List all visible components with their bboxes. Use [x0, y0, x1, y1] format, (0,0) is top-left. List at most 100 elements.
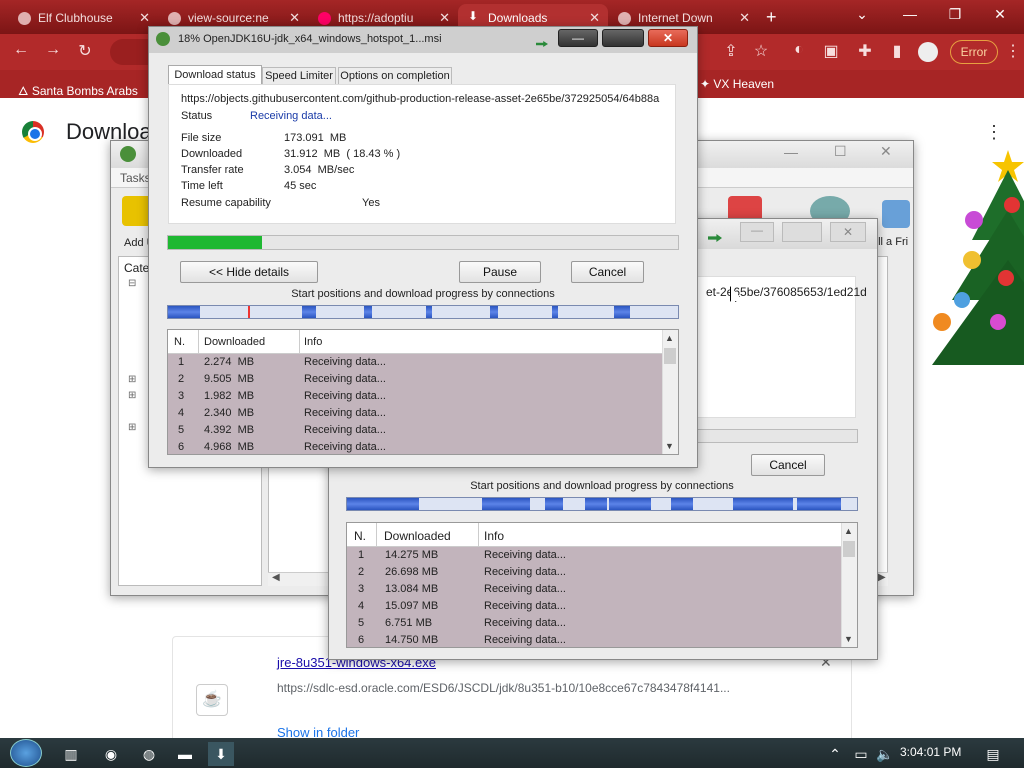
side-panel-icon[interactable]: ▮ — [884, 41, 910, 61]
table-row[interactable]: 4 15.097 MB Receiving data... — [347, 600, 841, 617]
tab-search-icon[interactable]: ⌄ — [842, 6, 882, 23]
scroll-left-icon[interactable]: ◀ — [272, 572, 280, 583]
transfer-rate-value: 3.054 MB/sec — [284, 164, 355, 176]
restore-icon[interactable]: ❐ — [935, 6, 975, 23]
table-row[interactable]: 2 26.698 MB Receiving data... — [347, 566, 841, 583]
reload-icon[interactable]: ↻ — [72, 41, 98, 61]
show-hidden-icons-icon[interactable]: ⌃ — [822, 742, 848, 766]
error-button[interactable]: Error — [950, 40, 998, 64]
table-row[interactable]: 1 14.275 MB Receiving data... — [347, 549, 841, 566]
table-row[interactable]: 3 13.084 MB Receiving data... — [347, 583, 841, 600]
scroll-down-icon[interactable]: ▼ — [665, 441, 674, 451]
close-icon[interactable]: ✕ — [880, 143, 892, 160]
connection-segment — [671, 498, 693, 510]
scrollbar-thumb[interactable] — [843, 541, 855, 557]
favicon-icon — [168, 12, 181, 25]
extension-flag-icon[interactable]: ◐ — [786, 41, 812, 59]
start-button-icon[interactable] — [10, 739, 42, 767]
close-icon[interactable]: ✕ — [739, 10, 750, 26]
tab-elf-clubhouse[interactable]: Elf Clubhouse ✕ — [8, 4, 158, 32]
menu-icon[interactable]: ⋮ — [1000, 41, 1024, 61]
table-row[interactable]: 5 6.751 MB Receiving data... — [347, 617, 841, 634]
chrome-taskbar-icon[interactable]: ◉ — [98, 742, 124, 766]
second-cancel-button[interactable]: Cancel — [751, 454, 825, 476]
idm-taskbar-icon[interactable]: ⬇ — [208, 742, 234, 766]
scroll-down-icon[interactable]: ▼ — [844, 634, 853, 644]
tree-expand-icon[interactable]: ⊟ — [128, 278, 136, 289]
scrollbar-thumb[interactable] — [664, 348, 676, 364]
connections-label: Start positions and download progress by… — [291, 288, 555, 300]
bookmark-vx-heaven[interactable]: ✦ VX Heaven — [700, 77, 774, 91]
tab-options-on-completion[interactable]: Options on completion — [338, 67, 452, 85]
globe-icon — [618, 12, 631, 25]
scroll-up-icon[interactable]: ▲ — [665, 333, 674, 343]
table-row[interactable]: 2 9.505 MB Receiving data... — [168, 373, 662, 390]
cancel-button[interactable]: Cancel — [571, 261, 644, 283]
maximize-icon[interactable]: ☐ — [834, 143, 847, 160]
download-icon: ⬇ — [468, 9, 479, 23]
minimize-icon[interactable]: — — [890, 6, 930, 22]
close-icon[interactable]: ✕ — [289, 10, 300, 26]
column-n[interactable]: N. — [354, 529, 366, 543]
table-row[interactable]: 6 14.750 MB Receiving data... — [347, 634, 841, 651]
tell-a-friend-icon[interactable] — [882, 200, 910, 228]
share-icon[interactable]: ⇪ — [718, 41, 744, 61]
time-left-label: Time left — [181, 180, 223, 192]
close-icon[interactable]: ✕ — [139, 10, 150, 26]
network-icon[interactable]: ▭ — [848, 742, 874, 766]
more-options-icon[interactable]: ⋮ — [985, 122, 1003, 143]
new-tab-icon[interactable]: + — [766, 7, 777, 28]
maximize-icon[interactable] — [782, 222, 822, 242]
bookmark-star-icon[interactable]: ☆ — [748, 41, 774, 61]
table-row[interactable]: 3 1.982 MB Receiving data... — [168, 390, 662, 407]
table-row[interactable]: 6 4.968 MB Receiving data... — [168, 441, 662, 458]
close-icon[interactable]: ✕ — [830, 222, 866, 242]
tab-download-status[interactable]: Download status — [168, 65, 262, 85]
profile-avatar[interactable] — [918, 42, 938, 62]
connection-segment — [364, 306, 372, 318]
column-info[interactable]: Info — [484, 529, 504, 543]
minimize-icon[interactable]: — — [740, 222, 774, 242]
firefox-taskbar-icon[interactable]: ◍ — [136, 742, 162, 766]
hide-details-button[interactable]: << Hide details — [180, 261, 318, 283]
minimize-icon[interactable]: — — [784, 144, 798, 160]
table-row[interactable]: 1 2.274 MB Receiving data... — [168, 356, 662, 373]
christmas-tree-icon — [932, 150, 1024, 365]
tab-speed-limiter[interactable]: Speed Limiter — [262, 67, 336, 85]
file-size-value: 173.091 MB — [284, 132, 347, 144]
forward-icon[interactable]: → — [40, 41, 66, 59]
connections-bar — [167, 305, 679, 319]
maximize-button[interactable] — [602, 29, 644, 47]
menu-tasks[interactable]: Tasks — [120, 171, 151, 185]
column-downloaded[interactable]: Downloaded — [204, 336, 265, 348]
column-downloaded[interactable]: Downloaded — [384, 529, 451, 543]
tree-expand-icon[interactable]: ⊞ — [128, 374, 136, 385]
download-url: https://objects.githubusercontent.com/gi… — [181, 93, 660, 105]
close-window-icon[interactable]: ✕ — [980, 6, 1020, 23]
scroll-right-icon[interactable]: ▶ — [878, 572, 886, 583]
back-icon[interactable]: ← — [8, 41, 34, 59]
tree-expand-icon[interactable]: ⊞ — [128, 390, 136, 401]
connection-segment — [614, 306, 630, 318]
close-button[interactable]: ✕ — [648, 29, 688, 47]
close-icon[interactable]: ✕ — [589, 10, 600, 26]
column-info[interactable]: Info — [304, 336, 322, 348]
column-n[interactable]: N. — [174, 336, 185, 348]
task-view-icon[interactable]: ▥ — [58, 742, 84, 766]
table-row[interactable]: 4 2.340 MB Receiving data... — [168, 407, 662, 424]
file-explorer-icon[interactable]: ▬ — [172, 742, 198, 766]
table-row[interactable]: 5 4.392 MB Receiving data... — [168, 424, 662, 441]
notifications-icon[interactable]: ▤ — [980, 742, 1006, 766]
volume-icon[interactable]: 🔈 — [872, 742, 898, 766]
minimize-button[interactable]: — — [558, 29, 598, 47]
connection-segment — [426, 306, 432, 318]
extension-s-icon[interactable]: ▣ — [818, 41, 844, 61]
tree-expand-icon[interactable]: ⊞ — [128, 422, 136, 433]
scroll-up-icon[interactable]: ▲ — [844, 526, 853, 536]
taskbar-clock[interactable]: 3:04:01 PM — [900, 745, 961, 759]
close-icon[interactable]: ✕ — [439, 10, 450, 26]
connection-segment — [585, 498, 607, 510]
pause-button[interactable]: Pause — [459, 261, 541, 283]
extensions-puzzle-icon[interactable]: ✚ — [852, 41, 878, 61]
connection-segment — [248, 306, 250, 318]
